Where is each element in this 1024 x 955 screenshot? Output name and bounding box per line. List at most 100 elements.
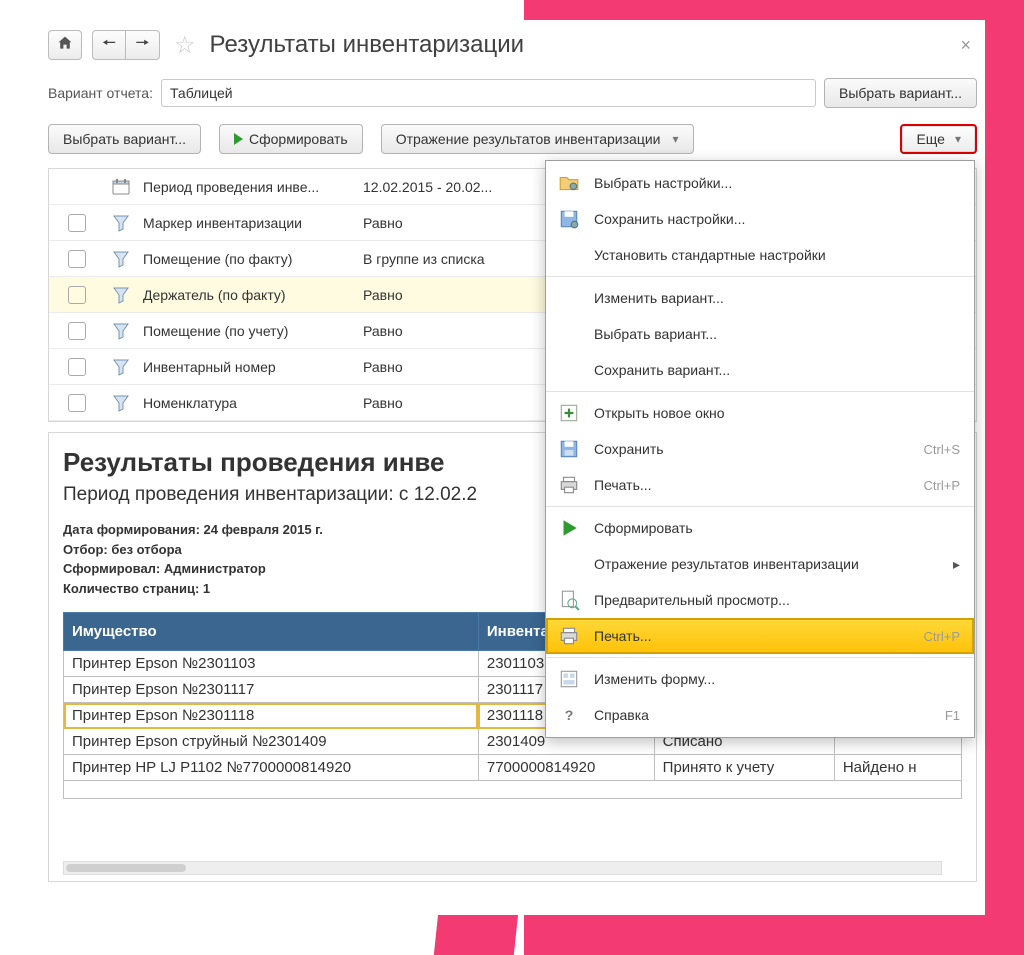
table-cell: Принято к учету — [654, 755, 834, 781]
calendar-icon — [99, 177, 143, 197]
menu-item[interactable]: Отражение результатов инвентаризации — [546, 546, 974, 582]
menu-item-shortcut: F1 — [945, 708, 960, 723]
menu-item[interactable]: Установить стандартные настройки — [546, 237, 974, 273]
menu-item-label: Сохранить настройки... — [594, 211, 960, 227]
toolbar: Выбрать вариант... Сформировать Отражени… — [48, 124, 977, 154]
filter-operator: Равно — [363, 395, 543, 411]
horizontal-scrollbar[interactable] — [63, 861, 942, 875]
menu-item-label: Отражение результатов инвентаризации — [594, 556, 939, 572]
menu-item[interactable]: Выбрать вариант... — [546, 316, 974, 352]
funnel-icon — [99, 393, 143, 413]
filter-operator: Равно — [363, 287, 543, 303]
variant-value: Таблицей — [170, 85, 233, 101]
more-menu: Выбрать настройки... Сохранить настройки.… — [545, 160, 975, 738]
menu-item[interactable]: Сформировать — [546, 510, 974, 546]
filter-name: Период проведения инве... — [143, 179, 363, 195]
filter-operator: В группе из списка — [363, 251, 543, 267]
page-title: Результаты инвентаризации — [210, 31, 525, 59]
menu-item-label: Изменить форму... — [594, 671, 960, 687]
back-button[interactable]: 🠔 — [92, 30, 126, 60]
table-cell: Принтер Epson №2301117 — [64, 677, 479, 703]
filter-checkbox[interactable] — [68, 394, 86, 412]
menu-item[interactable]: СохранитьCtrl+S — [546, 431, 974, 467]
menu-item-label: Выбрать настройки... — [594, 175, 960, 191]
filter-checkbox[interactable] — [68, 286, 86, 304]
report-variant-row: Вариант отчета: Таблицей Выбрать вариант… — [48, 78, 977, 108]
help-icon: ? — [558, 707, 580, 723]
filter-operator: Равно — [363, 215, 543, 231]
menu-item-label: Изменить вариант... — [594, 290, 960, 306]
home-icon — [57, 35, 73, 56]
table-footer-band — [64, 781, 962, 799]
filter-checkbox[interactable] — [68, 250, 86, 268]
filter-name: Маркер инвентаризации — [143, 215, 363, 231]
funnel-icon — [99, 213, 143, 233]
menu-separator — [546, 391, 974, 392]
menu-item[interactable]: Печать... Ctrl+P — [546, 618, 974, 654]
table-cell: Принтер HP LJ P1102 №7700000814920 — [64, 755, 479, 781]
arrow-left-icon: 🠔 — [102, 32, 116, 59]
variant-input[interactable]: Таблицей — [161, 79, 816, 107]
scrollbar-thumb[interactable] — [66, 864, 186, 872]
choose-variant-button-top[interactable]: Выбрать вариант... — [824, 78, 977, 108]
close-button[interactable]: × — [954, 35, 977, 56]
funnel-icon — [99, 285, 143, 305]
filter-name: Держатель (по факту) — [143, 287, 363, 303]
menu-item[interactable]: Предварительный просмотр... — [546, 582, 974, 618]
menu-item-label: Печать... — [594, 477, 910, 493]
table-row[interactable]: Принтер HP LJ P1102 №7700000814920770000… — [64, 755, 962, 781]
disk-gear-icon — [558, 208, 580, 230]
funnel-icon — [99, 249, 143, 269]
filter-checkbox[interactable] — [68, 214, 86, 232]
filter-checkbox[interactable] — [68, 358, 86, 376]
variant-label: Вариант отчета: — [48, 85, 153, 101]
menu-item[interactable]: Выбрать настройки... — [546, 165, 974, 201]
menu-item[interactable]: Изменить вариант... — [546, 280, 974, 316]
menu-item-label: Печать... — [594, 628, 910, 644]
form-icon — [558, 668, 580, 690]
filter-operator: 12.02.2015 - 20.02... — [363, 179, 543, 195]
menu-item-label: Сформировать — [594, 520, 960, 536]
menu-item[interactable]: ? Справка F1 — [546, 697, 974, 733]
filter-checkbox[interactable] — [68, 322, 86, 340]
disk-icon — [558, 438, 580, 460]
menu-item[interactable]: Изменить форму... — [546, 661, 974, 697]
reflect-results-button[interactable]: Отражение результатов инвентаризации — [381, 124, 694, 154]
more-button[interactable]: Еще — [900, 124, 977, 154]
menu-item[interactable]: Сохранить вариант... — [546, 352, 974, 388]
menu-item-label: Выбрать вариант... — [594, 326, 960, 342]
menu-item-label: Справка — [594, 707, 931, 723]
printer-icon — [558, 474, 580, 496]
menu-item-label: Открыть новое окно — [594, 405, 960, 421]
menu-item-shortcut: Ctrl+P — [924, 629, 960, 644]
funnel-icon — [99, 321, 143, 341]
home-button[interactable] — [48, 30, 82, 60]
topbar: 🠔 🠖 ☆ Результаты инвентаризации × — [48, 30, 977, 60]
favorite-star-icon[interactable]: ☆ — [174, 31, 196, 60]
forward-button[interactable]: 🠖 — [126, 30, 160, 60]
menu-item-shortcut: Ctrl+S — [924, 442, 960, 457]
doc-lens-icon — [558, 589, 580, 611]
run-report-button[interactable]: Сформировать — [219, 124, 363, 154]
choose-variant-button[interactable]: Выбрать вариант... — [48, 124, 201, 154]
filter-operator: Равно — [363, 323, 543, 339]
menu-item[interactable]: Сохранить настройки... — [546, 201, 974, 237]
folder-gear-icon — [558, 172, 580, 194]
arrow-right-icon: 🠖 — [135, 32, 149, 59]
menu-item-label: Сохранить вариант... — [594, 362, 960, 378]
menu-item[interactable]: Открыть новое окно — [546, 395, 974, 431]
menu-separator — [546, 506, 974, 507]
menu-item[interactable]: Печать...Ctrl+P — [546, 467, 974, 503]
funnel-icon — [99, 357, 143, 377]
plus-icon — [558, 402, 580, 424]
table-cell: 7700000814920 — [478, 755, 654, 781]
menu-item-label: Предварительный просмотр... — [594, 592, 960, 608]
table-cell: Принтер Epson №2301103 — [64, 651, 479, 677]
column-header: Имущество — [64, 613, 479, 651]
table-cell: Принтер Epson струйный №2301409 — [64, 729, 479, 755]
filter-name: Номенклатура — [143, 395, 363, 411]
filter-operator: Равно — [363, 359, 543, 375]
table-cell: Найдено н — [834, 755, 961, 781]
nav-history-group: 🠔 🠖 — [92, 30, 160, 60]
table-cell: Принтер Epson №2301118 — [64, 703, 479, 729]
